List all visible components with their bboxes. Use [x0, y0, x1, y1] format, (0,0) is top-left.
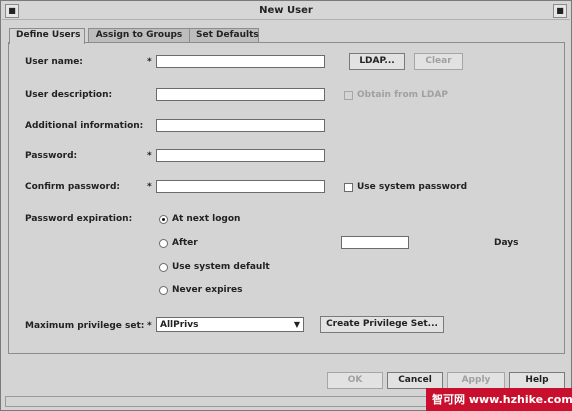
expiration-never-expires-label: Never expires [172, 285, 243, 295]
password-expiration-label: Password expiration: [25, 214, 133, 224]
expiration-at-next-logon-label: At next logon [172, 214, 241, 224]
user-description-label: User description: [25, 90, 113, 100]
apply-button[interactable]: Apply [447, 372, 505, 389]
create-privilege-set-button[interactable]: Create Privilege Set... [320, 316, 444, 333]
ldap-button[interactable]: LDAP... [349, 53, 405, 70]
radio-icon[interactable] [159, 215, 168, 224]
radio-icon[interactable] [159, 239, 168, 248]
additional-information-field[interactable] [156, 119, 325, 132]
radio-icon[interactable] [159, 286, 168, 295]
confirm-password-field[interactable] [156, 180, 325, 193]
help-button[interactable]: Help [509, 372, 565, 389]
user-name-required-marker: * [147, 57, 152, 67]
maximum-privilege-set-select[interactable]: AllPrivs ▼ [156, 317, 304, 332]
obtain-from-ldap-label: Obtain from LDAP [357, 90, 448, 100]
user-name-label: User name: [25, 57, 83, 67]
clear-button[interactable]: Clear [414, 53, 463, 70]
confirm-password-required-marker: * [147, 182, 152, 192]
confirm-password-label: Confirm password: [25, 182, 121, 192]
user-name-field[interactable] [156, 55, 325, 68]
expiration-use-system-default-label: Use system default [172, 262, 270, 272]
expiration-days-field[interactable] [341, 236, 409, 249]
site-watermark: 智可网 www.hzhike.com [426, 388, 572, 411]
password-field[interactable] [156, 149, 325, 162]
password-label: Password: [25, 151, 78, 161]
use-system-password-checkbox[interactable] [344, 183, 353, 192]
additional-information-label: Additional information: [25, 121, 144, 131]
tab-define-users[interactable]: Define Users [9, 28, 85, 44]
privilege-set-required-marker: * [147, 321, 152, 331]
obtain-from-ldap-checkbox[interactable] [344, 91, 353, 100]
title-bar: ■ New User ■ [2, 2, 570, 20]
window-title: New User [259, 5, 313, 16]
password-required-marker: * [147, 151, 152, 161]
tab-set-defaults[interactable]: Set Defaults [189, 28, 259, 43]
ok-button[interactable]: OK [327, 372, 383, 389]
privilege-set-selected-value: AllPrivs [160, 320, 199, 330]
days-label: Days [494, 238, 519, 248]
define-users-panel: User name: * LDAP... Clear User descript… [8, 42, 565, 354]
close-icon[interactable]: ■ [553, 4, 567, 18]
tab-assign-to-groups[interactable]: Assign to Groups [88, 28, 190, 43]
expiration-after-label: After [172, 238, 198, 248]
chevron-down-icon[interactable]: ▼ [294, 321, 300, 329]
cancel-button[interactable]: Cancel [387, 372, 443, 389]
use-system-password-label: Use system password [357, 182, 468, 192]
radio-icon[interactable] [159, 263, 168, 272]
user-description-field[interactable] [156, 88, 325, 101]
maximum-privilege-set-label: Maximum privilege set: [25, 321, 145, 331]
new-user-dialog: ■ New User ■ Define Users Assign to Grou… [0, 0, 572, 411]
